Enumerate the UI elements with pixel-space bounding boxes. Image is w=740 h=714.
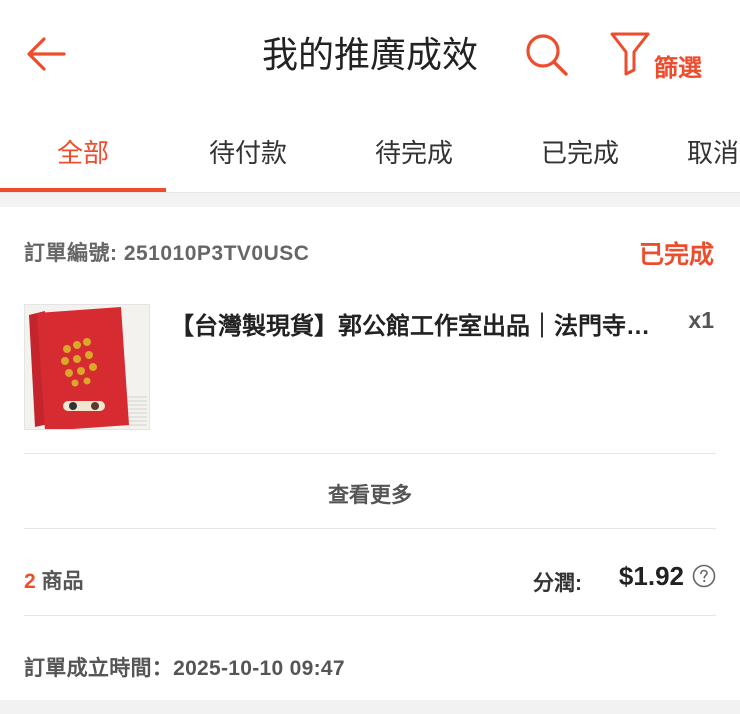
search-icon — [526, 34, 568, 76]
filter-label: 篩選 — [654, 55, 702, 82]
divider — [24, 528, 716, 529]
top-bar: 我的推廣成效 篩選 — [0, 0, 740, 105]
red-envelope-image — [25, 305, 149, 429]
items-count-label: 商品 — [35, 570, 84, 593]
tab-pending-payment[interactable]: 待付款 — [209, 133, 287, 170]
tab-completed[interactable]: 已完成 — [541, 133, 619, 170]
status-tabs: 全部 待付款 待完成 已完成 取消 — [0, 105, 740, 193]
active-tab-indicator — [0, 188, 166, 192]
arrow-left-icon — [27, 37, 66, 71]
funnel-icon — [610, 32, 650, 76]
help-icon[interactable] — [692, 564, 716, 588]
order-number: 訂單編號: 251010P3TV0USC — [24, 242, 310, 265]
commission: 分潤: $1.92 — [456, 561, 716, 595]
product-name[interactable]: 【台灣製現貨】郭公館工作室出品｜法門寺紅包 — [170, 306, 670, 341]
back-button[interactable] — [22, 30, 70, 78]
tab-pending-completion[interactable]: 待完成 — [375, 133, 453, 170]
items-count: 2 商品 — [24, 565, 84, 595]
filter-button[interactable]: 篩選 — [608, 30, 718, 82]
items-count-number: 2 — [24, 570, 36, 593]
tab-cancelled[interactable]: 取消 — [687, 133, 739, 170]
order-card[interactable]: 訂單編號: 251010P3TV0USC 已完成 【台灣製現貨】郭公館工作室出品… — [0, 207, 740, 700]
view-more-button[interactable]: 查看更多 — [0, 479, 740, 509]
divider — [24, 453, 716, 454]
commission-value: $1.92 — [618, 561, 684, 591]
page-title: 我的推廣成效 — [261, 34, 478, 75]
commission-label: 分潤: — [533, 572, 582, 595]
product-thumbnail[interactable] — [24, 304, 150, 430]
divider — [24, 615, 716, 616]
order-status-badge: 已完成 — [638, 241, 714, 269]
tab-all[interactable]: 全部 — [57, 133, 109, 170]
search-button[interactable] — [522, 30, 570, 78]
product-quantity: x1 — [688, 307, 714, 333]
order-created-time: 訂單成立時間：2025-10-10 09:47 — [24, 657, 345, 680]
